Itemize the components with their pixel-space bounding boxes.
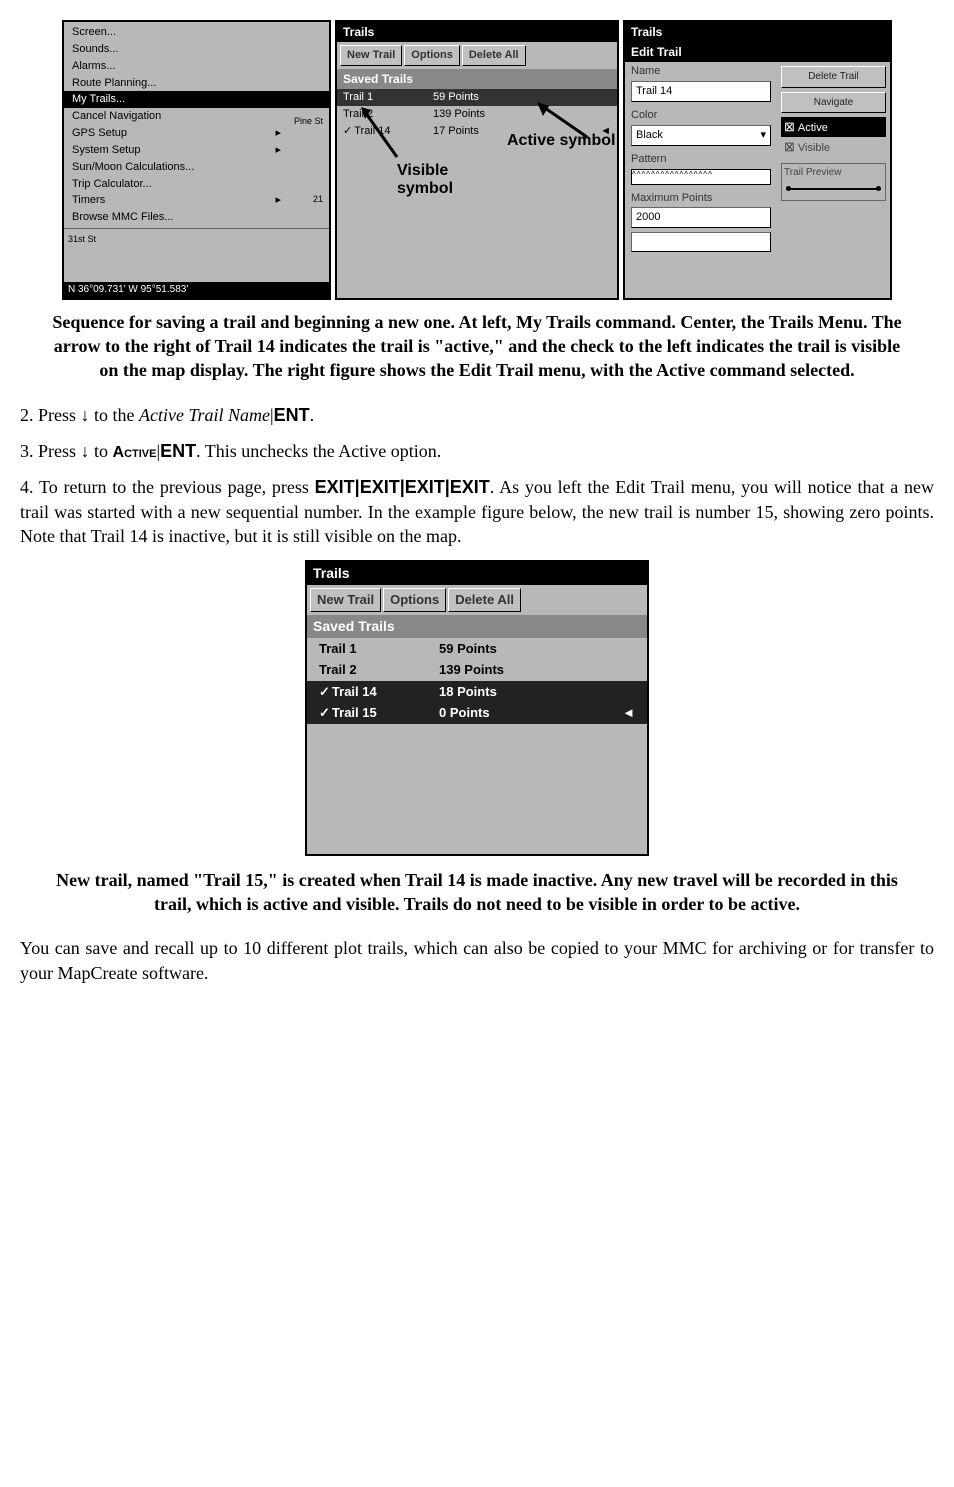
trails-menu-panel: Trails New Trail Options Delete All Save…: [335, 20, 619, 300]
t2-trail15-name: Trail 15: [319, 704, 439, 722]
edit-trail-panel: Trails Edit Trail Name Trail 14 Color Bl…: [623, 20, 892, 300]
button-row-2: New Trail Options Delete All: [307, 585, 647, 615]
visible-symbol-annotation: Visible symbol: [397, 162, 453, 197]
delete-trail-button[interactable]: Delete Trail: [781, 66, 886, 88]
navigate-button[interactable]: Navigate: [781, 92, 886, 114]
t2-trail14-name: Trail 14: [319, 683, 439, 701]
name-label: Name: [625, 62, 777, 81]
trail2-row-15[interactable]: Trail 15 0 Points ◄: [307, 702, 647, 724]
delete-all-button-2[interactable]: Delete All: [448, 588, 521, 612]
max-points-label: Maximum Points: [625, 189, 777, 208]
map-label-pine: Pine St: [294, 115, 323, 127]
map-label-st: 31st St: [68, 233, 96, 245]
menu-alarms[interactable]: Alarms...: [64, 58, 329, 75]
delete-all-button[interactable]: Delete All: [462, 45, 526, 66]
step-2: 2. Press ↓ to the Active Trail Name|ENT.: [20, 403, 934, 427]
menu-route-planning[interactable]: Route Planning...: [64, 75, 329, 92]
color-field[interactable]: Black▾: [631, 125, 771, 146]
edit-trail-title: Trails: [625, 22, 890, 42]
color-label: Color: [625, 106, 777, 125]
visible-checkbox[interactable]: Visible: [781, 137, 886, 157]
t2-trail2-pts: 139 Points: [439, 661, 635, 679]
menu-sounds[interactable]: Sounds...: [64, 41, 329, 58]
trails-title-2: Trails: [307, 562, 647, 585]
active-arrow-icon-2: ◄: [622, 704, 635, 722]
options-button-2[interactable]: Options: [383, 588, 446, 612]
active-symbol-annotation: Active symbol: [507, 132, 615, 150]
saved-trails-header: Saved Trails: [337, 69, 617, 89]
t2-trail14-pts: 18 Points: [439, 683, 635, 701]
step-4: 4. To return to the previous page, press…: [20, 475, 934, 548]
trail2-row-14[interactable]: Trail 14 18 Points: [307, 681, 647, 703]
trail-preview-label: Trail Preview: [784, 166, 883, 180]
menu-screen[interactable]: Screen...: [64, 24, 329, 41]
menu-timers[interactable]: Timers: [64, 192, 329, 209]
trails-button-row: New Trail Options Delete All: [337, 42, 617, 69]
menu-sun-moon[interactable]: Sun/Moon Calculations...: [64, 159, 329, 176]
menu-cancel-nav[interactable]: Cancel Navigation: [64, 108, 329, 125]
menu-trip-calc[interactable]: Trip Calculator...: [64, 176, 329, 193]
menu-gps-setup[interactable]: GPS Setup: [64, 125, 329, 142]
trail-1-name: Trail 1: [343, 90, 433, 105]
trail2-row-1[interactable]: Trail 1 59 Points: [307, 638, 647, 660]
pattern-field[interactable]: ^^^^^^^^^^^^^^^^^: [631, 169, 771, 185]
trails-panel-2: Trails New Trail Options Delete All Save…: [305, 560, 649, 856]
new-trail-button-2[interactable]: New Trail: [310, 588, 381, 612]
figure1-caption: Sequence for saving a trail and beginnin…: [50, 310, 904, 383]
options-button[interactable]: Options: [404, 45, 460, 66]
gps-menu-panel: Screen... Sounds... Alarms... Route Plan…: [62, 20, 331, 300]
edit-trail-header: Edit Trail: [625, 42, 890, 62]
figure2-caption: New trail, named "Trail 15," is created …: [50, 868, 904, 917]
new-trail-button[interactable]: New Trail: [340, 45, 402, 66]
pattern-label: Pattern: [625, 150, 777, 169]
menu-my-trails[interactable]: My Trails...: [64, 91, 329, 108]
trail2-row-2[interactable]: Trail 2 139 Points: [307, 659, 647, 681]
active-checkbox[interactable]: Active: [781, 117, 886, 137]
main-menu: Screen... Sounds... Alarms... Route Plan…: [64, 22, 329, 228]
t2-trail15-pts: 0 Points: [439, 704, 622, 722]
visible-arrow-icon: [357, 107, 407, 167]
map-label-21: 21: [313, 193, 323, 205]
empty-field[interactable]: [631, 232, 771, 252]
trail-preview-line: [786, 188, 881, 190]
t2-trail1-name: Trail 1: [319, 640, 439, 658]
final-paragraph: You can save and recall up to 10 differe…: [20, 936, 934, 985]
t2-trail1-pts: 59 Points: [439, 640, 635, 658]
dropdown-icon[interactable]: ▾: [760, 128, 766, 143]
max-points-field[interactable]: 2000: [631, 207, 771, 228]
menu-system-setup[interactable]: System Setup: [64, 142, 329, 159]
figure-single-panel: Trails New Trail Options Delete All Save…: [20, 560, 934, 856]
trail-list-2: Trail 1 59 Points Trail 2 139 Points Tra…: [307, 638, 647, 724]
saved-trails-header-2: Saved Trails: [307, 615, 647, 638]
menu-browse-mmc[interactable]: Browse MMC Files...: [64, 209, 329, 226]
map-preview: Pine St 31st St 21: [64, 228, 329, 282]
t2-trail2-name: Trail 2: [319, 661, 439, 679]
coordinates-bar: N 36°09.731' W 95°51.583': [64, 282, 329, 298]
trails-title: Trails: [337, 22, 617, 42]
step-3: 3. Press ↓ to Active|ENT. This unchecks …: [20, 439, 934, 464]
figure-three-panels: Screen... Sounds... Alarms... Route Plan…: [20, 20, 934, 300]
name-field[interactable]: Trail 14: [631, 81, 771, 102]
